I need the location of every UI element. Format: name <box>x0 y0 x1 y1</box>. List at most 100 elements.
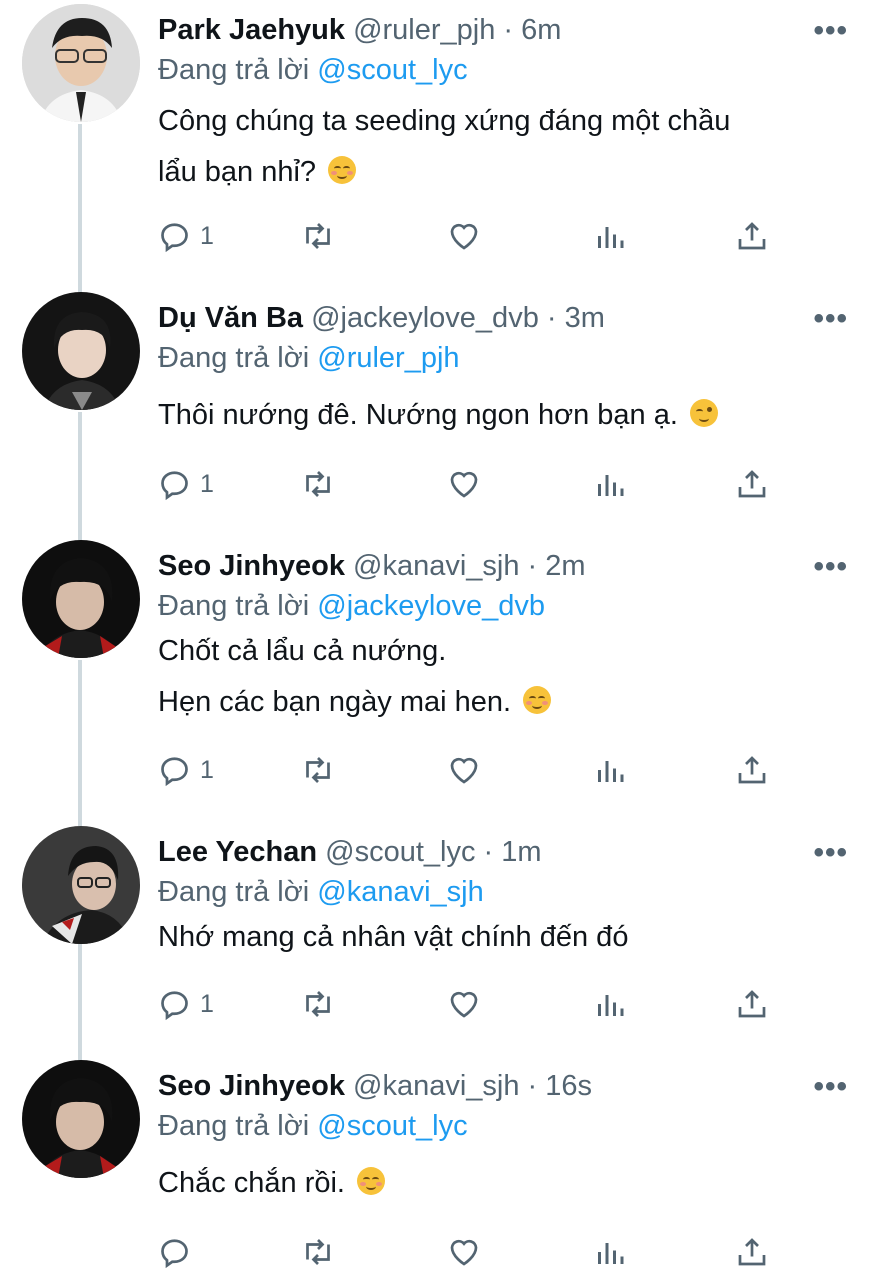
retweet-icon <box>306 1239 330 1265</box>
reply-button[interactable]: 1 <box>158 984 214 1024</box>
analytics-icon <box>598 475 624 496</box>
reply-icon <box>161 991 188 1021</box>
timestamp[interactable]: 6m <box>521 14 561 46</box>
avatar[interactable] <box>22 292 140 410</box>
retweet-icon <box>306 991 330 1017</box>
more-dots-icon[interactable]: ••• <box>813 836 848 870</box>
timestamp[interactable]: 2m <box>545 550 585 582</box>
like-button[interactable] <box>446 216 482 256</box>
tweet[interactable]: Seo Jinhyeok @kanavi_sjh · 16s ••• Đang … <box>0 1060 878 1280</box>
like-icon <box>450 223 478 250</box>
separator: · <box>475 836 502 868</box>
action-bar: 1 <box>158 464 798 504</box>
like-icon <box>450 991 478 1018</box>
timestamp[interactable]: 16s <box>545 1070 592 1102</box>
avatar[interactable] <box>22 540 140 658</box>
handle[interactable]: @ruler_pjh <box>353 14 495 46</box>
tweet-text: Chốt cả lẩu cả nướng. Hẹn các bạn ngày m… <box>158 626 552 728</box>
like-button[interactable] <box>446 984 482 1024</box>
retweet-button[interactable] <box>300 1232 336 1272</box>
more-dots-icon[interactable]: ••• <box>813 14 848 48</box>
tweet-header: Park Jaehyuk @ruler_pjh · 6m <box>158 14 561 47</box>
replying-to-label: Đang trả lời <box>158 590 310 622</box>
reply-count: 1 <box>200 469 214 498</box>
timestamp[interactable]: 1m <box>501 836 541 868</box>
like-icon <box>450 1239 478 1266</box>
replying-to-label: Đang trả lời <box>158 876 310 908</box>
reply-button[interactable] <box>158 1232 194 1272</box>
replying-to-label: Đang trả lời <box>158 54 310 86</box>
tweet-header: Seo Jinhyeok @kanavi_sjh · 16s <box>158 1070 592 1103</box>
share-icon <box>738 1238 766 1266</box>
display-name[interactable]: Seo Jinhyeok <box>158 1070 345 1102</box>
like-button[interactable] <box>446 464 482 504</box>
tweet-header: Dụ Văn Ba @jackeylove_dvb · 3m <box>158 302 605 335</box>
share-button[interactable] <box>734 1232 770 1272</box>
like-button[interactable] <box>446 750 482 790</box>
tweet[interactable]: Seo Jinhyeok @kanavi_sjh · 2m ••• Đang t… <box>0 540 878 820</box>
display-name[interactable]: Dụ Văn Ba <box>158 302 303 334</box>
action-bar: 1 <box>158 750 798 790</box>
analytics-button[interactable] <box>592 984 628 1024</box>
tweet-line: Thôi nướng đê. Nướng ngon hơn bạn ạ. <box>158 399 678 431</box>
tweet[interactable]: Dụ Văn Ba @jackeylove_dvb · 3m ••• Đang … <box>0 292 878 542</box>
handle[interactable]: @kanavi_sjh <box>353 1070 519 1102</box>
handle[interactable]: @jackeylove_dvb <box>311 302 539 334</box>
share-button[interactable] <box>734 750 770 790</box>
share-button[interactable] <box>734 464 770 504</box>
like-button[interactable] <box>446 1232 482 1272</box>
more-dots-icon[interactable]: ••• <box>813 1070 848 1104</box>
retweet-button[interactable] <box>300 216 336 256</box>
timestamp[interactable]: 3m <box>565 302 605 334</box>
more-dots-icon[interactable]: ••• <box>813 550 848 584</box>
retweet-icon <box>306 223 330 249</box>
replying-to: Đang trả lời @jackeylove_dvb <box>158 590 545 623</box>
mention-link[interactable]: @scout_lyc <box>317 54 467 86</box>
avatar[interactable] <box>22 4 140 122</box>
tweet[interactable]: Park Jaehyuk @ruler_pjh · 6m ••• Đang tr… <box>0 4 878 284</box>
replying-to: Đang trả lời @ruler_pjh <box>158 342 460 375</box>
smiling-face-emoji <box>357 1167 386 1195</box>
replying-to: Đang trả lời @scout_lyc <box>158 54 468 87</box>
avatar[interactable] <box>22 1060 140 1178</box>
tweet-line: Chắc chắn rồi. <box>158 1167 345 1199</box>
tweet-line: lẩu bạn nhỉ? <box>158 156 317 188</box>
analytics-button[interactable] <box>592 464 628 504</box>
mention-link[interactable]: @ruler_pjh <box>317 342 459 374</box>
retweet-button[interactable] <box>300 984 336 1024</box>
analytics-button[interactable] <box>592 750 628 790</box>
reply-button[interactable]: 1 <box>158 750 214 790</box>
analytics-button[interactable] <box>592 1232 628 1272</box>
tweet-text: Công chúng ta seeding xứng đáng một chầu… <box>158 96 730 198</box>
display-name[interactable]: Seo Jinhyeok <box>158 550 345 582</box>
more-dots-icon[interactable]: ••• <box>813 302 848 336</box>
action-bar: 1 <box>158 216 798 256</box>
separator: · <box>495 14 522 46</box>
share-icon <box>738 470 766 498</box>
replying-to: Đang trả lời @kanavi_sjh <box>158 876 484 909</box>
reply-button[interactable]: 1 <box>158 464 214 504</box>
display-name[interactable]: Park Jaehyuk <box>158 14 345 46</box>
mention-link[interactable]: @kanavi_sjh <box>317 876 483 908</box>
share-button[interactable] <box>734 216 770 256</box>
share-button[interactable] <box>734 984 770 1024</box>
display-name[interactable]: Lee Yechan <box>158 836 317 868</box>
winking-face-emoji <box>690 399 718 427</box>
avatar[interactable] <box>22 826 140 944</box>
tweet-line: Chốt cả lẩu cả nướng. <box>158 635 447 667</box>
handle[interactable]: @scout_lyc <box>325 836 475 868</box>
mention-link[interactable]: @scout_lyc <box>317 1110 467 1142</box>
action-bar: 1 <box>158 984 798 1024</box>
like-icon <box>450 757 478 784</box>
tweet-line: Nhớ mang cả nhân vật chính đến đó <box>158 921 629 953</box>
retweet-button[interactable] <box>300 750 336 790</box>
tweet[interactable]: Lee Yechan @scout_lyc · 1m ••• Đang trả … <box>0 826 878 1056</box>
like-icon <box>450 471 478 498</box>
mention-link[interactable]: @jackeylove_dvb <box>317 590 545 622</box>
retweet-button[interactable] <box>300 464 336 504</box>
analytics-button[interactable] <box>592 216 628 256</box>
reply-count: 1 <box>200 221 214 250</box>
handle[interactable]: @kanavi_sjh <box>353 550 519 582</box>
tweet-line: Công chúng ta seeding xứng đáng một chầu <box>158 105 731 137</box>
reply-button[interactable]: 1 <box>158 216 214 256</box>
